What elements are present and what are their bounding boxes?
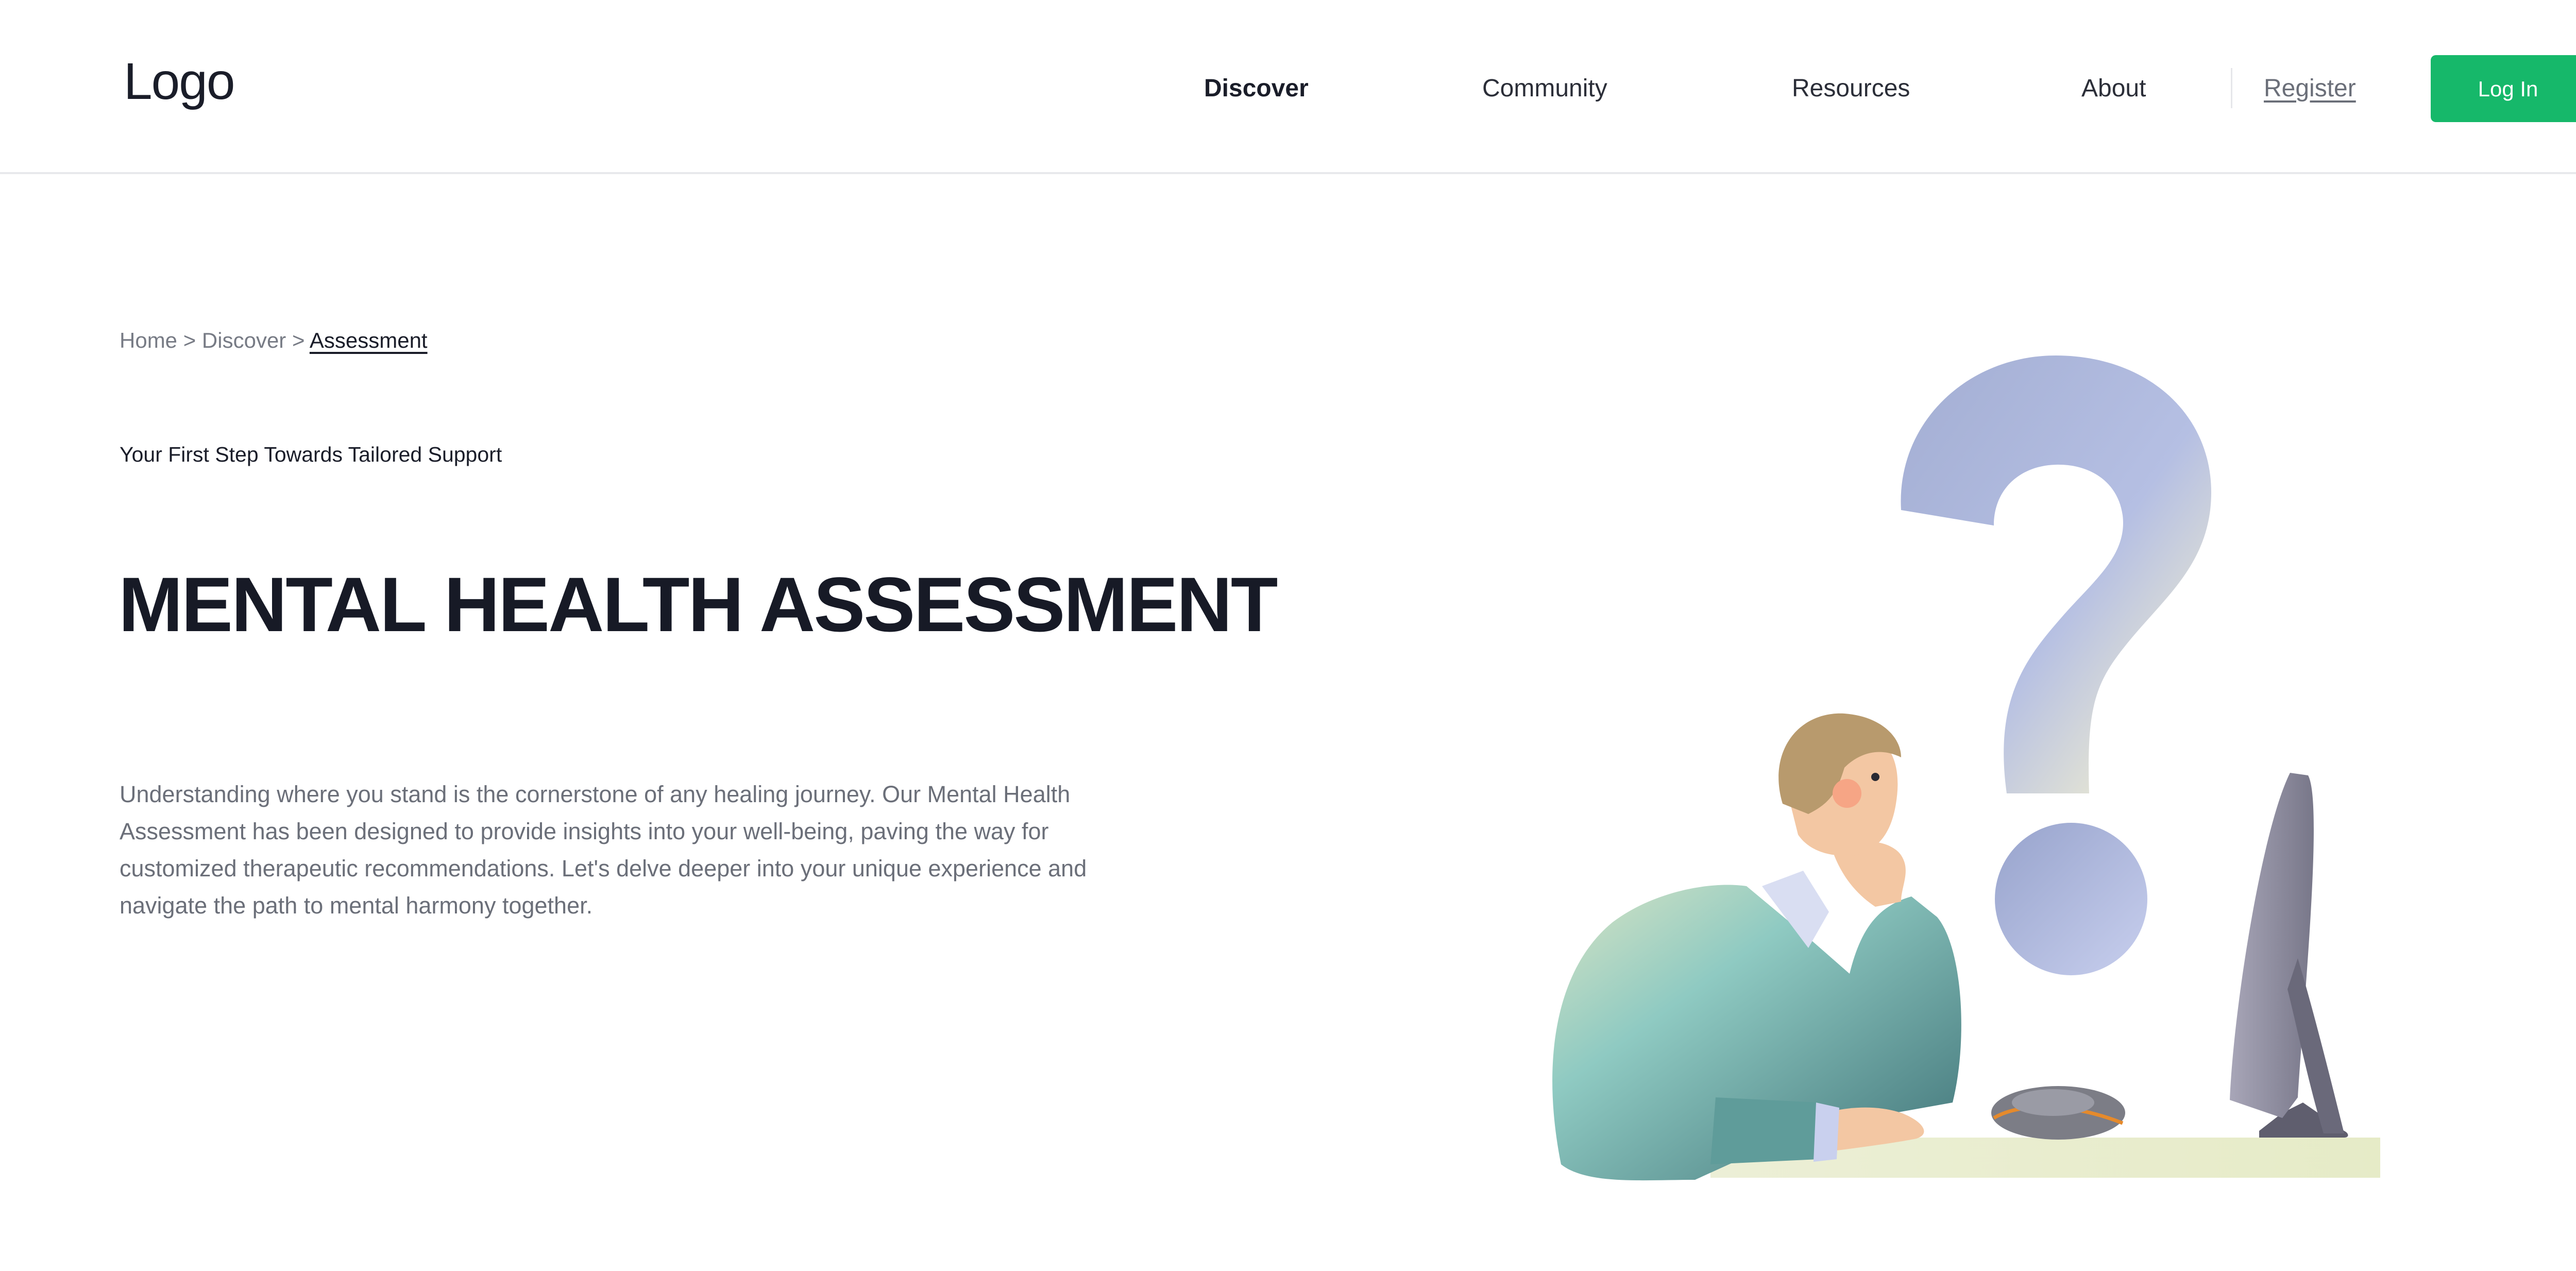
hero-description: Understanding where you stand is the cor… — [120, 781, 1087, 919]
page-title: MENTAL HEALTH ASSESSMENT — [118, 561, 1278, 648]
breadcrumb-home[interactable]: Home — [120, 328, 177, 352]
breadcrumb-current[interactable]: Assessment — [310, 328, 428, 352]
nav-about[interactable]: About — [2081, 76, 2146, 101]
nav-resources[interactable]: Resources — [1792, 76, 1910, 101]
nav-divider — [2231, 68, 2232, 108]
hero-eyebrow: Your First Step Towards Tailored Support — [120, 443, 502, 466]
person-at-computer-illustration — [1540, 340, 2406, 1190]
person-head — [1778, 713, 1901, 856]
nav-discover[interactable]: Discover — [1204, 76, 1309, 101]
site-header: Logo Discover Community Resources About … — [0, 0, 2576, 174]
register-link[interactable]: Register — [2264, 76, 2356, 101]
breadcrumb-discover[interactable]: Discover — [202, 328, 286, 352]
breadcrumb: Home > Discover > Assessment — [120, 330, 428, 351]
mouse-icon — [1991, 1086, 2125, 1140]
question-mark-icon — [1901, 355, 2212, 975]
breadcrumb-separator: > — [292, 328, 305, 352]
logo[interactable]: Logo — [124, 56, 235, 107]
monitor-icon — [2230, 773, 2348, 1138]
login-button[interactable]: Log In — [2431, 55, 2576, 122]
nav-community[interactable]: Community — [1482, 76, 1607, 101]
breadcrumb-separator: > — [183, 328, 196, 352]
